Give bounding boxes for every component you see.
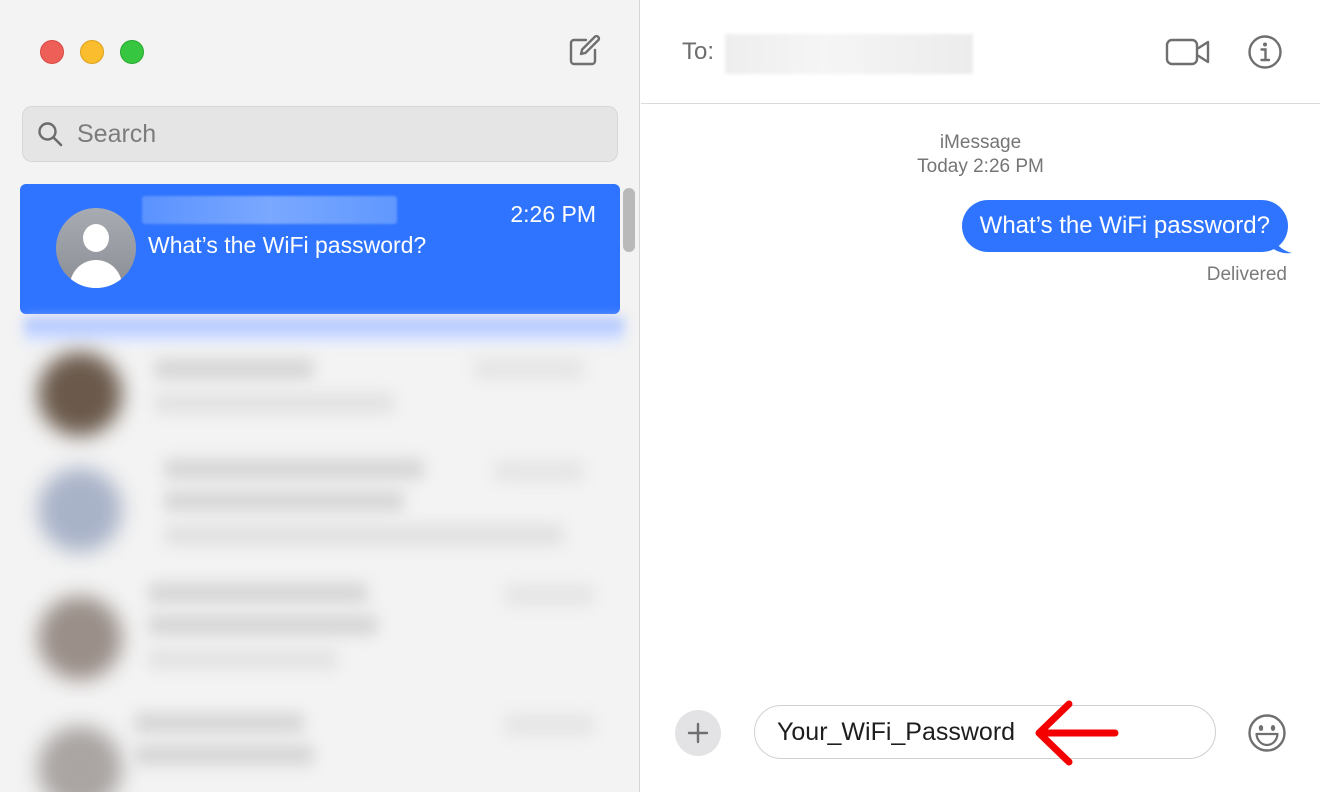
emoji-button[interactable]	[1247, 713, 1287, 753]
video-camera-icon	[1165, 38, 1210, 66]
conversation-item-selected[interactable]: 2:26 PM What’s the WiFi password?	[20, 184, 620, 314]
list-item[interactable]	[24, 330, 624, 440]
emoji-icon	[1248, 714, 1286, 752]
contact-name-redacted	[142, 196, 397, 224]
list-item[interactable]	[24, 446, 624, 556]
plus-icon	[687, 722, 709, 744]
to-label: To:	[682, 38, 715, 65]
conversation-pane: To: iMessage Today 2:26 PM What’s the Wi…	[641, 0, 1320, 792]
conversation-time: 2:26 PM	[510, 201, 596, 227]
delivery-status: Delivered	[1206, 264, 1287, 285]
conversation-header: To:	[641, 0, 1320, 104]
recipient-field[interactable]	[725, 34, 973, 74]
list-item[interactable]	[24, 704, 624, 792]
close-window-button[interactable]	[40, 40, 64, 64]
search-icon	[38, 122, 63, 147]
list-item[interactable]	[24, 574, 624, 684]
minimize-window-button[interactable]	[80, 40, 104, 64]
avatar	[56, 208, 136, 288]
search-input[interactable]	[77, 119, 577, 149]
blurred-conversation-list	[24, 318, 624, 792]
traffic-lights	[40, 40, 144, 64]
sidebar: 2:26 PM What’s the WiFi password?	[0, 0, 640, 792]
compose-icon	[569, 34, 601, 66]
search-bar[interactable]	[22, 106, 618, 162]
message-timestamp: Today 2:26 PM	[917, 156, 1044, 177]
outgoing-message-bubble[interactable]: What’s the WiFi password?	[961, 200, 1288, 252]
info-icon	[1248, 35, 1282, 69]
service-label: iMessage	[939, 132, 1022, 153]
info-button[interactable]	[1247, 34, 1283, 70]
red-arrow-annotation	[1035, 700, 1119, 766]
sidebar-scrollbar[interactable]	[623, 188, 635, 252]
compose-button[interactable]	[566, 34, 604, 68]
conversation-preview: What’s the WiFi password?	[148, 232, 427, 258]
apps-button[interactable]	[675, 710, 721, 756]
maximize-window-button[interactable]	[120, 40, 144, 64]
message-input[interactable]	[754, 705, 1216, 759]
facetime-video-button[interactable]	[1165, 36, 1211, 68]
messages-window: 2:26 PM What’s the WiFi password?	[0, 0, 1320, 792]
